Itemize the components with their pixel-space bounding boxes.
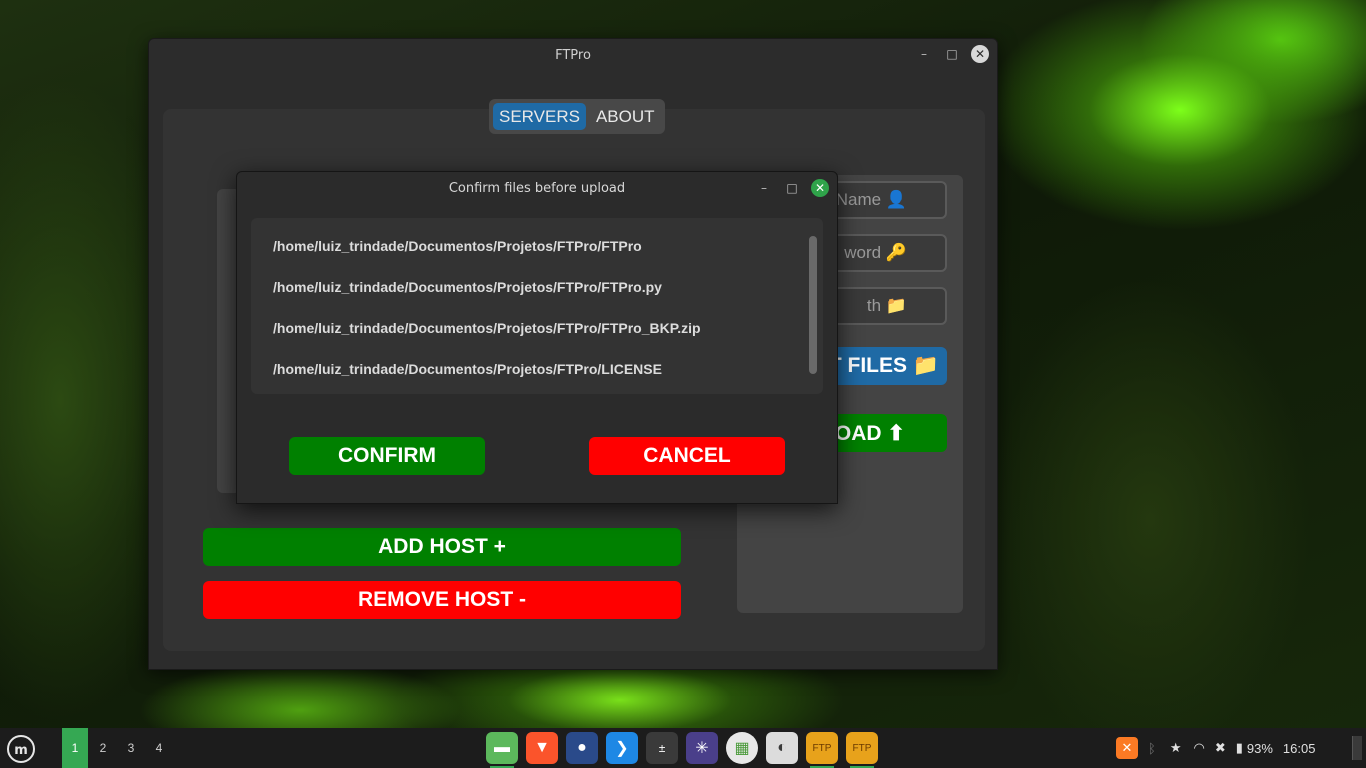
close-icon[interactable]: ✕ bbox=[811, 179, 829, 197]
xampp-icon[interactable]: ✕ bbox=[1116, 737, 1138, 759]
star-icon[interactable]: ★ bbox=[1170, 740, 1182, 756]
file-list-scrollbar[interactable] bbox=[809, 236, 817, 374]
network-icon[interactable]: ✳ bbox=[686, 732, 718, 764]
window-title: FTPro bbox=[555, 47, 591, 63]
list-item: /home/luiz_trindade/Documentos/Projetos/… bbox=[273, 361, 662, 377]
list-item: /home/luiz_trindade/Documentos/Projetos/… bbox=[273, 279, 662, 295]
dialog-title: Confirm files before upload bbox=[448, 180, 626, 196]
mint-menu-icon[interactable]: m bbox=[4, 732, 38, 766]
confirm-button[interactable]: CONFIRM bbox=[289, 437, 485, 475]
tab-about[interactable]: ABOUT bbox=[590, 103, 661, 130]
ftpro-icon[interactable]: FTP bbox=[806, 732, 838, 768]
ftpro-icon[interactable]: FTP bbox=[846, 732, 878, 768]
tab-bar: SERVERS ABOUT bbox=[489, 99, 665, 134]
bluetooth-icon[interactable]: ᛒ bbox=[1148, 741, 1156, 756]
dialog-titlebar[interactable]: Confirm files before upload – □ ✕ bbox=[237, 172, 837, 204]
wifi-icon[interactable]: ◠ bbox=[1193, 740, 1204, 756]
show-desktop-button[interactable] bbox=[1352, 736, 1362, 760]
files-icon[interactable]: ▬ bbox=[486, 732, 518, 768]
minimize-icon[interactable]: – bbox=[915, 45, 933, 63]
maximize-icon[interactable]: □ bbox=[943, 45, 961, 63]
cancel-button[interactable]: CANCEL bbox=[589, 437, 785, 475]
add-host-button[interactable]: ADD HOST + bbox=[203, 528, 681, 566]
list-item: /home/luiz_trindade/Documentos/Projetos/… bbox=[273, 320, 701, 336]
window-titlebar[interactable]: FTPro – □ ✕ bbox=[149, 39, 997, 71]
vscode-icon[interactable]: ❯ bbox=[606, 732, 638, 764]
file-list[interactable]: /home/luiz_trindade/Documentos/Projetos/… bbox=[251, 218, 823, 394]
taskbar: m 1 2 3 4 ▬ ▼ ● ❯ ± ✳ ▦ ◐ FTP FTP ✕ ᛒ ★ … bbox=[0, 728, 1366, 768]
minimize-icon[interactable]: – bbox=[755, 179, 773, 197]
mute-icon[interactable]: ✖ bbox=[1215, 740, 1226, 756]
svg-text:m: m bbox=[14, 743, 28, 758]
clock[interactable]: 16:05 bbox=[1283, 741, 1316, 756]
system-tray: ✕ ᛒ ★ ◠ ✖ ▮ 93% 16:05 bbox=[1116, 728, 1315, 768]
workspace-3[interactable]: 3 bbox=[118, 728, 144, 768]
gimp-icon[interactable]: ● bbox=[566, 732, 598, 764]
close-icon[interactable]: ✕ bbox=[971, 45, 989, 63]
remove-host-button[interactable]: REMOVE HOST - bbox=[203, 581, 681, 619]
workspace-1[interactable]: 1 bbox=[62, 728, 88, 768]
maximize-icon[interactable]: □ bbox=[783, 179, 801, 197]
workspace-2[interactable]: 2 bbox=[90, 728, 116, 768]
grid-app-icon[interactable]: ▦ bbox=[726, 732, 758, 764]
brave-icon[interactable]: ▼ bbox=[526, 732, 558, 764]
confirm-dialog: Confirm files before upload – □ ✕ /home/… bbox=[236, 171, 838, 504]
battery-percent: 93% bbox=[1246, 740, 1273, 756]
list-item: /home/luiz_trindade/Documentos/Projetos/… bbox=[273, 238, 642, 254]
battery-icon[interactable]: ▮ bbox=[1236, 740, 1243, 756]
calculator-icon[interactable]: ± bbox=[646, 732, 678, 764]
workspace-4[interactable]: 4 bbox=[146, 728, 172, 768]
settings-icon[interactable]: ◐ bbox=[766, 732, 798, 764]
tab-servers[interactable]: SERVERS bbox=[493, 103, 586, 130]
